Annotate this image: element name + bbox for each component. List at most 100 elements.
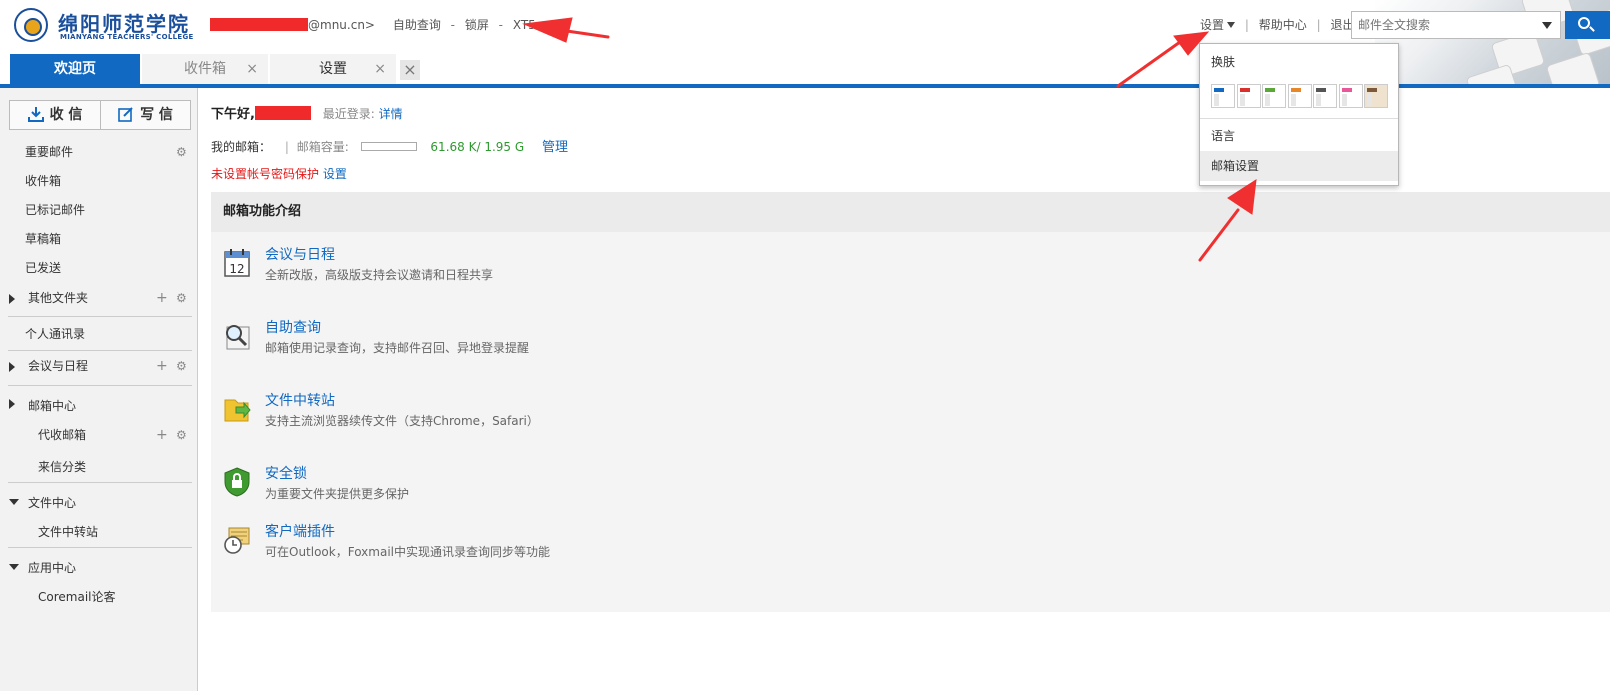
last-login-details-link[interactable]: 详情 [379,107,403,121]
mail-app: 绵阳师范学院 MIANYANG TEACHERS' COLLEGE @mnu.c… [0,0,1610,691]
feature-title[interactable]: 自助查询 [265,317,321,337]
skin-swatch-sidebar [1265,94,1270,106]
tab-settings[interactable]: 设置 × [270,54,396,84]
edit-icon [118,106,133,122]
search-scope-dropdown-icon[interactable] [1542,22,1552,29]
sidebar-item-collect-mailbox[interactable]: 代收邮箱 + ⚙ [0,421,198,449]
expand-arrow-icon[interactable] [9,294,15,304]
email-suffix: @mnu.cn> [308,18,375,32]
skin-swatch-color [1239,88,1250,92]
feature-desc: 可在Outlook，Foxmail中实现通讯录查询同步等功能 [265,545,550,559]
sidebar-item-drafts[interactable]: 草稿箱 [0,225,198,253]
skin-swatch[interactable] [1211,84,1235,108]
sidebar-item-important[interactable]: 重要邮件 ⚙ [0,138,198,166]
feature-title[interactable]: 客户端插件 [265,521,335,541]
gear-icon[interactable]: ⚙ [176,138,187,166]
last-login-label: 最近登录: [322,107,375,121]
feature-title[interactable]: 安全锁 [265,463,307,483]
nav-separator: | [1316,18,1321,32]
tab-inbox[interactable]: 收件箱 × [142,54,268,84]
feature-title[interactable]: 会议与日程 [265,244,335,264]
expand-arrow-icon[interactable] [9,399,15,409]
sidebar-item-inbox[interactable]: 收件箱 [0,167,198,195]
skin-swatch-sidebar [1316,94,1321,106]
skin-swatch[interactable] [1364,84,1388,108]
sidebar-item-mailbox-center[interactable]: 邮箱中心 [0,392,198,420]
sidebar-item-flagged[interactable]: 已标记邮件 [0,196,198,224]
link-separator: - [498,18,504,32]
sidebar-item-calendar[interactable]: 会议与日程 + ⚙ [0,352,198,380]
skin-swatch[interactable] [1287,84,1312,108]
compose-bar: 收 信 写 信 [9,100,191,130]
sidebar-item-file-transfer[interactable]: 文件中转站 [0,518,198,546]
skin-swatch-sidebar [1367,94,1372,106]
caret-down-icon [1227,21,1236,28]
gear-icon[interactable]: ⚙ [176,284,187,312]
clock-plugin-icon [224,527,250,554]
sidebar-item-file-center[interactable]: 文件中心 [0,489,198,517]
greeting-row: 下午好, 最近登录: 详情 [211,103,403,122]
lock-screen-link[interactable]: 锁屏 [465,18,489,32]
collapse-arrow-icon[interactable] [9,499,19,505]
close-all-tabs-button[interactable]: × [400,60,420,80]
feature-file-transfer[interactable]: 文件中转站 支持主流浏览器续传文件（支持Chrome，Safari） [223,390,823,438]
collapse-arrow-icon[interactable] [9,564,19,570]
capacity-value: 61.68 K/ 1.95 G [430,140,525,154]
skin-swatch-sidebar [1341,94,1347,106]
folder-transfer-icon [224,399,251,422]
setup-protection-link[interactable]: 设置 [323,167,347,181]
sidebar-item-contacts[interactable]: 个人通讯录 [0,320,198,348]
logo-name-en: MIANYANG TEACHERS' COLLEGE [60,33,194,41]
gear-icon[interactable]: ⚙ [176,352,187,380]
compose-button[interactable]: 写 信 [100,101,190,129]
gear-icon[interactable]: ⚙ [176,421,187,449]
tab-welcome[interactable]: 欢迎页 [10,54,140,84]
skin-swatches [1211,84,1395,108]
greeting-text: 下午好, [211,107,255,122]
add-mailbox-icon[interactable]: + [156,421,168,449]
college-logo[interactable]: 绵阳师范学院 MIANYANG TEACHERS' COLLEGE [14,6,194,44]
language-menu-item[interactable]: 语言 [1200,121,1398,151]
add-folder-icon[interactable]: + [156,284,168,312]
sidebar-item-mail-rules[interactable]: 来信分类 [0,453,198,481]
mailbox-settings-menu-item[interactable]: 邮箱设置 [1200,151,1398,181]
skin-swatch-sidebar [1214,94,1219,106]
expand-arrow-icon[interactable] [9,362,15,372]
close-tab-icon[interactable]: × [246,54,258,84]
search-box [1351,11,1561,39]
help-center-link[interactable]: 帮助中心 [1259,18,1307,32]
feature-calendar[interactable]: 12 会议与日程 全新改版，高级版支持会议邀请和日程共享 [223,244,823,292]
annotation-arrow-shaft [558,28,610,39]
magnifier-icon [226,325,250,350]
manage-link[interactable]: 管理 [542,140,568,155]
link-separator: - [450,18,455,32]
skin-swatch-color [1265,88,1275,92]
self-query-link[interactable]: 自助查询 [393,18,441,32]
skin-swatch-sidebar [1290,94,1296,106]
mailbox-label: 我的邮箱： [211,140,272,154]
redacted-name [254,106,311,120]
dropdown-divider [1200,118,1398,119]
download-icon [27,106,44,122]
skin-swatch[interactable] [1236,84,1261,108]
xt5-link[interactable]: XT5 [513,18,536,32]
feature-self-query[interactable]: 自助查询 邮箱使用记录查询，支持邮件召回、异地登录提醒 [223,317,823,365]
feature-security-lock[interactable]: 安全锁 为重要文件夹提供更多保护 [223,463,823,511]
skin-swatch[interactable] [1262,84,1286,108]
sidebar-item-app-center[interactable]: 应用中心 [0,554,198,582]
search-input[interactable] [1352,12,1538,38]
skin-swatch[interactable] [1338,84,1363,108]
settings-menu-button[interactable]: 设置 [1200,18,1236,32]
skin-swatch[interactable] [1313,84,1337,108]
skin-swatch-color [1316,88,1326,92]
close-tab-icon[interactable]: × [374,54,386,84]
feature-desc: 邮箱使用记录查询，支持邮件召回、异地登录提醒 [265,341,530,355]
feature-title[interactable]: 文件中转站 [265,390,335,410]
search-button[interactable] [1565,11,1610,39]
sidebar-item-coremail[interactable]: Coremail论客 [0,583,198,611]
add-calendar-icon[interactable]: + [156,352,168,380]
sidebar-item-other-folders[interactable]: 其他文件夹 + ⚙ [0,284,198,312]
feature-client-plugin[interactable]: 客户端插件 可在Outlook，Foxmail中实现通讯录查询同步等功能 [223,521,823,569]
receive-button[interactable]: 收 信 [10,101,100,129]
sidebar-item-sent[interactable]: 已发送 [0,254,198,282]
